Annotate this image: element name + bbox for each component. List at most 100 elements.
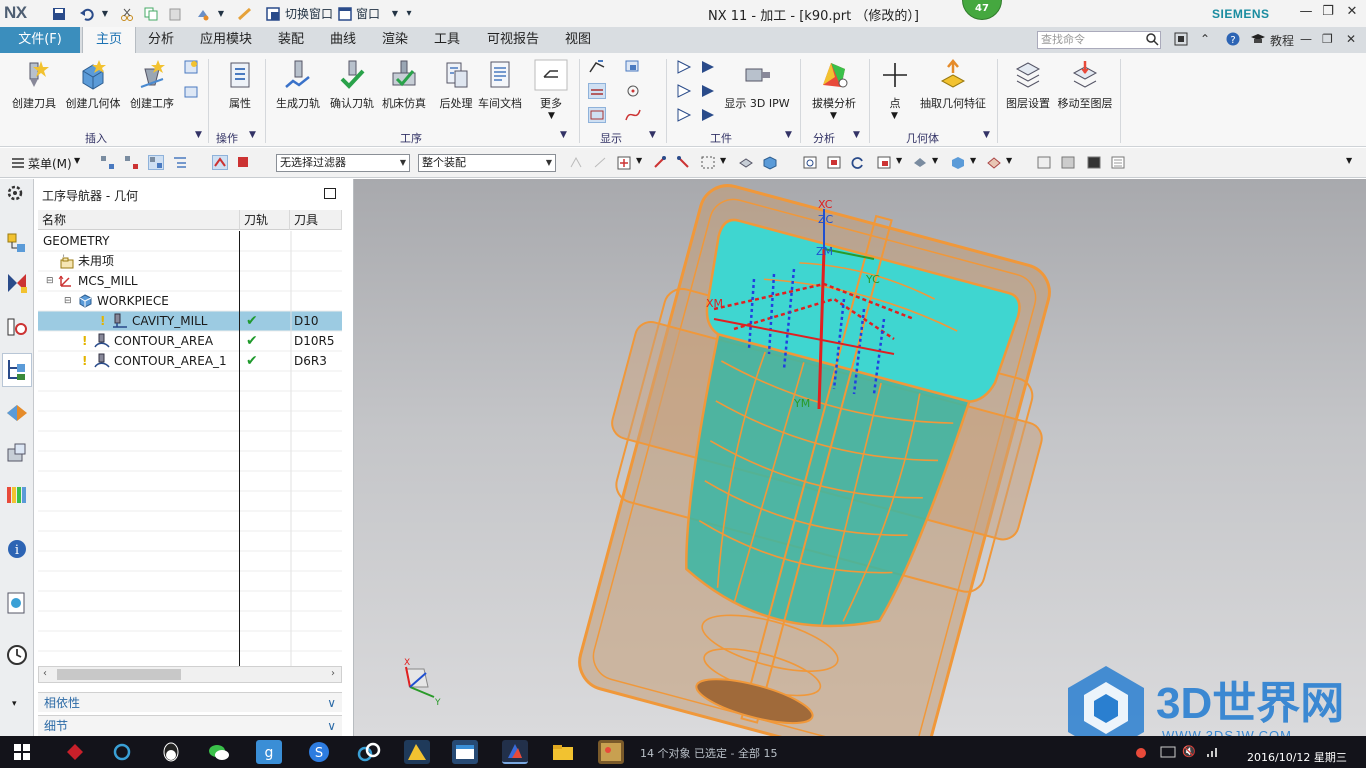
nx-taskbar-icon[interactable] [502, 740, 528, 764]
process-group-menu-icon[interactable]: ▼ [560, 130, 567, 140]
taskbar-search-app-icon[interactable] [110, 740, 136, 764]
draft-analysis-dropdown-icon[interactable]: ▼ [830, 111, 837, 121]
orient-view-icon[interactable] [876, 155, 892, 170]
horizontal-scrollbar[interactable]: ‹ › [38, 666, 342, 683]
display-filter-icon[interactable] [588, 107, 606, 123]
layer-settings-button[interactable]: 图层设置 [1002, 59, 1054, 111]
tab-application[interactable]: 应用模块 [192, 27, 260, 53]
baidu-netdisk-icon[interactable] [356, 740, 382, 764]
doc-restore-button[interactable]: ❐ [1322, 32, 1333, 46]
doc-close-button[interactable]: ✕ [1346, 32, 1356, 46]
clip-dropdown-icon[interactable]: ▼ [1006, 156, 1012, 165]
program-order-view-icon[interactable] [100, 155, 116, 170]
background-icon-c[interactable] [1086, 155, 1102, 170]
command-search-input[interactable]: 查找命令 [1037, 31, 1161, 49]
tab-render[interactable]: 渲染 [372, 27, 418, 53]
machine-tool-view-icon[interactable] [124, 155, 140, 170]
select-dropdown-icon[interactable]: ▼ [720, 156, 726, 165]
graphics-window[interactable]: XC ZC ZM YC XM YM X Y [354, 179, 1366, 736]
taskbar-app-icon[interactable] [62, 740, 88, 764]
qq-icon[interactable] [158, 740, 184, 764]
file-explorer-icon[interactable] [550, 740, 576, 764]
view-icon-b[interactable] [762, 155, 778, 170]
assembly-navigator-icon[interactable] [5, 231, 29, 255]
shop-document-button[interactable]: 车间文档 [474, 59, 526, 111]
volume-muted-icon[interactable]: 🔇 [1182, 745, 1196, 758]
copy-icon[interactable] [142, 5, 160, 22]
scroll-right-icon[interactable]: › [331, 668, 335, 679]
display-toolpath-icon[interactable] [588, 59, 606, 75]
column-header-name[interactable]: 名称 [38, 210, 240, 230]
snap-dropdown-icon[interactable]: ▼ [636, 156, 642, 165]
point-dropdown-icon[interactable]: ▼ [891, 111, 898, 121]
tab-curve[interactable]: 曲线 [320, 27, 366, 53]
notification-badge[interactable]: 47 [962, 0, 1002, 20]
geometry-group-menu-icon[interactable]: ▼ [983, 130, 990, 140]
column-divider[interactable] [239, 231, 240, 666]
snap-point-icon[interactable] [616, 155, 632, 170]
background-icon-a[interactable] [1036, 155, 1052, 170]
cam-filter-b-icon[interactable] [236, 155, 252, 170]
window-icon[interactable] [336, 5, 354, 22]
operation-group-menu-icon[interactable]: ▼ [249, 130, 256, 140]
workpiece-icon-e[interactable] [676, 107, 694, 123]
save-icon[interactable] [50, 5, 68, 22]
snap-icon-b[interactable] [592, 155, 608, 170]
tutorial-icon[interactable] [1250, 32, 1266, 49]
background-icon-d[interactable] [1110, 155, 1126, 170]
window-app-icon[interactable] [452, 740, 478, 764]
extract-geometry-button[interactable]: 抽取几何特征 [916, 59, 990, 111]
system-clock[interactable]: 2016/10/12 星期三 [1247, 749, 1347, 765]
shade-dropdown-icon[interactable]: ▼ [970, 156, 976, 165]
wechat-icon[interactable] [206, 740, 232, 764]
network-icon[interactable] [1206, 746, 1220, 761]
rotate-icon[interactable] [850, 155, 866, 170]
display-curve-icon[interactable] [624, 107, 642, 123]
settings-gear-icon[interactable] [5, 183, 29, 207]
draft-analysis-button[interactable]: 拔模分析 [806, 59, 862, 111]
repeat-command-icon[interactable] [194, 5, 212, 22]
cut-icon[interactable] [118, 5, 136, 22]
point-button[interactable]: 点 [870, 59, 920, 111]
tutorial-button[interactable]: 教程 [1270, 32, 1294, 49]
background-icon-b[interactable] [1060, 155, 1076, 170]
constraint-navigator-icon[interactable] [5, 271, 29, 295]
web-browser-icon[interactable] [5, 591, 29, 615]
switch-window-button[interactable]: 切换窗口 [285, 5, 333, 22]
geometry-view-icon[interactable] [148, 155, 164, 170]
close-button[interactable]: ✕ [1342, 4, 1362, 22]
cam-filter-icon[interactable] [212, 155, 228, 170]
show-3d-ipw-button[interactable]: 显示 3D IPW [724, 59, 790, 111]
tab-analysis[interactable]: 分析 [138, 27, 184, 53]
file-menu-tab[interactable]: 文件(F) [0, 27, 80, 53]
toolbar-overflow-icon[interactable]: ▼ [1346, 156, 1352, 165]
attribute-button[interactable]: 属性 [214, 59, 266, 111]
undo-dropdown-icon[interactable]: ▼ [96, 5, 114, 22]
type-filter-combo[interactable]: 无选择过滤器 [276, 154, 410, 172]
machining-method-view-icon[interactable] [172, 155, 188, 170]
column-header-tool[interactable]: 刀具 [290, 210, 342, 230]
history-library-icon[interactable] [5, 483, 29, 507]
scope-filter-combo[interactable]: 整个装配 [418, 154, 556, 172]
paste-icon[interactable] [166, 5, 184, 22]
switch-window-icon[interactable] [264, 5, 282, 22]
render-dropdown-icon[interactable]: ▼ [932, 156, 938, 165]
tab-visual-report[interactable]: 可视报告 [478, 27, 548, 53]
fullscreen-icon[interactable] [1174, 32, 1188, 49]
workpiece-icon-b[interactable] [700, 59, 718, 75]
search-icon[interactable] [1145, 32, 1159, 49]
insert-group-menu-icon[interactable]: ▼ [195, 130, 202, 140]
dependencies-panel[interactable]: 相依性 ∨ [38, 692, 342, 712]
tab-view[interactable]: 视图 [556, 27, 600, 53]
browser-icon[interactable]: g [256, 740, 282, 764]
display-point-icon[interactable] [624, 83, 642, 99]
workpiece-icon-d[interactable] [700, 83, 718, 99]
maximize-panel-icon[interactable] [324, 188, 336, 199]
menu-dropdown-icon[interactable]: ▼ [74, 156, 80, 165]
tab-home[interactable]: 主页 [82, 27, 136, 53]
move-to-layer-button[interactable]: 移动至图层 [1056, 59, 1114, 111]
workpiece-icon-c[interactable] [676, 83, 694, 99]
machine-simulation-button[interactable]: 机床仿真 [378, 59, 430, 111]
tab-tools[interactable]: 工具 [424, 27, 470, 53]
undo-icon[interactable] [78, 5, 96, 22]
